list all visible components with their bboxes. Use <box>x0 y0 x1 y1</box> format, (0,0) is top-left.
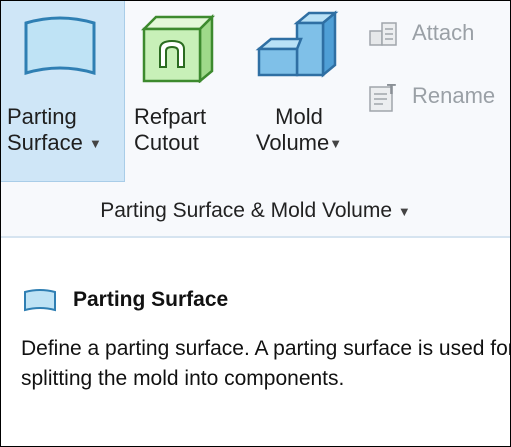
chevron-down-icon: ▼ <box>397 203 411 219</box>
rename-icon: T <box>369 83 396 112</box>
mold-volume-label: Mold Volume▼ <box>255 104 343 155</box>
attach-label: Attach <box>412 20 475 45</box>
rename-button[interactable]: T Rename <box>367 76 510 116</box>
attach-button[interactable]: Attach <box>367 13 510 53</box>
ribbon-group-label[interactable]: Parting Surface & Mold Volume ▼ <box>1 199 510 223</box>
chevron-down-icon: ▼ <box>329 136 343 152</box>
refpart-cutout-button[interactable]: Refpart Cutout <box>126 1 236 181</box>
refpart-cutout-icon <box>140 13 216 83</box>
attach-icon <box>369 22 397 46</box>
parting-surface-button[interactable]: Parting Surface ▼ <box>1 1 125 182</box>
mold-volume-icon <box>255 10 339 78</box>
window-frame: Parting Surface ▼ Refpart Cutout Mold Vo… <box>0 0 511 447</box>
chevron-down-icon: ▼ <box>88 136 102 152</box>
mold-volume-button[interactable]: Mold Volume▼ <box>235 1 357 181</box>
tooltip-panel: Parting Surface Define a parting surface… <box>1 238 510 446</box>
rename-label: Rename <box>412 83 496 108</box>
parting-surface-icon <box>24 289 56 312</box>
tooltip-title: Parting Surface <box>73 288 229 311</box>
tooltip-description: Define a parting surface. A parting surf… <box>21 337 511 390</box>
ribbon-group: Parting Surface ▼ Refpart Cutout Mold Vo… <box>1 1 510 238</box>
refpart-cutout-label: Refpart Cutout <box>134 104 207 155</box>
parting-surface-icon <box>24 16 96 76</box>
svg-text:T: T <box>387 83 396 98</box>
parting-surface-label: Parting Surface ▼ <box>7 104 102 155</box>
